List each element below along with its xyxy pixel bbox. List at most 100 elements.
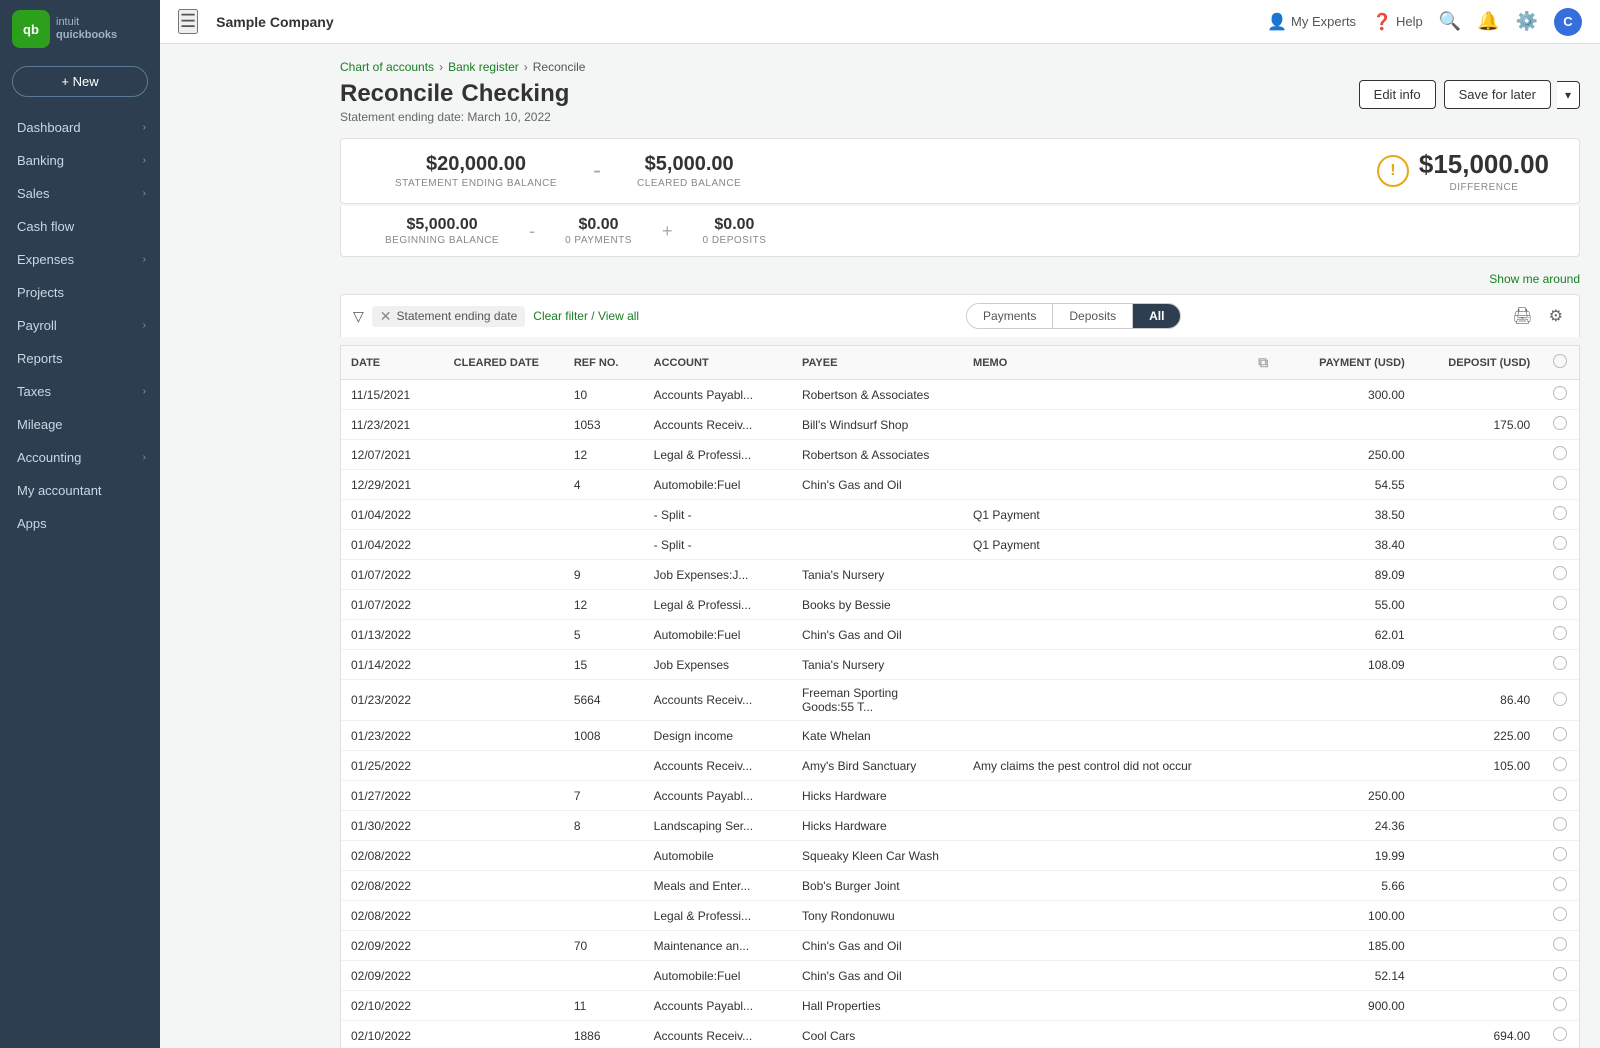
row-radio-btn[interactable]: [1553, 727, 1567, 741]
tab-deposits[interactable]: Deposits: [1053, 304, 1133, 328]
avatar[interactable]: C: [1554, 8, 1582, 36]
table-row[interactable]: 01/13/2022 5 Automobile:Fuel Chin's Gas …: [341, 620, 1579, 650]
table-row[interactable]: 01/07/2022 9 Job Expenses:J... Tania's N…: [341, 560, 1579, 590]
my-experts-button[interactable]: 👤 My Experts: [1267, 12, 1356, 32]
cell-radio[interactable]: [1540, 650, 1579, 680]
table-row[interactable]: 01/04/2022 - Split - Q1 Payment 38.40: [341, 530, 1579, 560]
sidebar-item-my-accountant[interactable]: My accountant: [0, 474, 160, 507]
row-radio-btn[interactable]: [1553, 626, 1567, 640]
print-icon[interactable]: 🖨: [1508, 304, 1536, 328]
sidebar-item-reports[interactable]: Reports: [0, 342, 160, 375]
row-radio-btn[interactable]: [1553, 817, 1567, 831]
row-radio-btn[interactable]: [1553, 476, 1567, 490]
filter-tag-close[interactable]: ✕: [380, 308, 392, 325]
row-radio-btn[interactable]: [1553, 907, 1567, 921]
save-dropdown-button[interactable]: ▾: [1557, 81, 1580, 109]
tab-payments[interactable]: Payments: [967, 304, 1053, 328]
table-row[interactable]: 12/29/2021 4 Automobile:Fuel Chin's Gas …: [341, 470, 1579, 500]
cell-radio[interactable]: [1540, 721, 1579, 751]
bell-icon[interactable]: 🔔: [1477, 11, 1499, 32]
table-row[interactable]: 01/07/2022 12 Legal & Professi... Books …: [341, 590, 1579, 620]
table-row[interactable]: 02/08/2022 Meals and Enter... Bob's Burg…: [341, 871, 1579, 901]
cell-radio[interactable]: [1540, 841, 1579, 871]
cell-radio[interactable]: [1540, 620, 1579, 650]
filter-icon[interactable]: ▽: [353, 308, 364, 325]
cell-radio[interactable]: [1540, 680, 1579, 721]
row-radio-btn[interactable]: [1553, 997, 1567, 1011]
sidebar-item-banking[interactable]: Banking ›: [0, 144, 160, 177]
sidebar-item-taxes[interactable]: Taxes ›: [0, 375, 160, 408]
table-row[interactable]: 01/23/2022 1008 Design income Kate Whela…: [341, 721, 1579, 751]
table-row[interactable]: 01/25/2022 Accounts Receiv... Amy's Bird…: [341, 751, 1579, 781]
sidebar-item-mileage[interactable]: Mileage: [0, 408, 160, 441]
settings-icon[interactable]: ⚙: [1545, 304, 1567, 328]
search-icon[interactable]: 🔍: [1439, 11, 1461, 32]
cell-radio[interactable]: [1540, 781, 1579, 811]
sidebar-item-payroll[interactable]: Payroll ›: [0, 309, 160, 342]
row-radio-btn[interactable]: [1553, 937, 1567, 951]
cell-radio[interactable]: [1540, 991, 1579, 1021]
sidebar-item-apps[interactable]: Apps: [0, 507, 160, 540]
row-radio-btn[interactable]: [1553, 656, 1567, 670]
cell-radio[interactable]: [1540, 590, 1579, 620]
breadcrumb-bank-register[interactable]: Bank register: [448, 60, 519, 74]
cell-radio[interactable]: [1540, 751, 1579, 781]
breadcrumb-chart-of-accounts[interactable]: Chart of accounts: [340, 60, 434, 74]
new-button[interactable]: + New: [12, 66, 148, 97]
table-row[interactable]: 11/23/2021 1053 Accounts Receiv... Bill'…: [341, 410, 1579, 440]
table-row[interactable]: 02/10/2022 1886 Accounts Receiv... Cool …: [341, 1021, 1579, 1048]
cell-radio[interactable]: [1540, 530, 1579, 560]
sidebar-item-dashboard[interactable]: Dashboard ›: [0, 111, 160, 144]
cell-radio[interactable]: [1540, 871, 1579, 901]
tab-all[interactable]: All: [1133, 304, 1180, 328]
sidebar-item-projects[interactable]: Projects: [0, 276, 160, 309]
cell-radio[interactable]: [1540, 901, 1579, 931]
gear-icon[interactable]: ⚙️: [1516, 11, 1538, 32]
table-row[interactable]: 01/30/2022 8 Landscaping Ser... Hicks Ha…: [341, 811, 1579, 841]
row-radio-btn[interactable]: [1553, 536, 1567, 550]
table-row[interactable]: 11/15/2021 10 Accounts Payabl... Roberts…: [341, 380, 1579, 410]
table-row[interactable]: 02/09/2022 70 Maintenance an... Chin's G…: [341, 931, 1579, 961]
table-row[interactable]: 01/27/2022 7 Accounts Payabl... Hicks Ha…: [341, 781, 1579, 811]
table-row[interactable]: 02/09/2022 Automobile:Fuel Chin's Gas an…: [341, 961, 1579, 991]
help-button[interactable]: ❓ Help: [1372, 12, 1423, 32]
cell-radio[interactable]: [1540, 500, 1579, 530]
show-around-link[interactable]: Show me around: [1489, 272, 1580, 286]
row-radio-btn[interactable]: [1553, 506, 1567, 520]
hamburger-button[interactable]: ☰: [178, 9, 198, 34]
edit-info-button[interactable]: Edit info: [1359, 80, 1436, 109]
row-radio-btn[interactable]: [1553, 1027, 1567, 1041]
save-for-later-button[interactable]: Save for later: [1444, 80, 1551, 109]
cell-radio[interactable]: [1540, 380, 1579, 410]
cell-radio[interactable]: [1540, 931, 1579, 961]
cell-radio[interactable]: [1540, 811, 1579, 841]
row-radio-btn[interactable]: [1553, 386, 1567, 400]
sidebar-item-accounting[interactable]: Accounting ›: [0, 441, 160, 474]
table-row[interactable]: 01/14/2022 15 Job Expenses Tania's Nurse…: [341, 650, 1579, 680]
select-all-radio[interactable]: [1553, 354, 1567, 368]
cell-radio[interactable]: [1540, 410, 1579, 440]
row-radio-btn[interactable]: [1553, 416, 1567, 430]
row-radio-btn[interactable]: [1553, 787, 1567, 801]
clear-filter-link[interactable]: Clear filter / View all: [533, 309, 639, 323]
sidebar-item-expenses[interactable]: Expenses ›: [0, 243, 160, 276]
table-row[interactable]: 01/23/2022 5664 Accounts Receiv... Freem…: [341, 680, 1579, 721]
sidebar-item-cashflow[interactable]: Cash flow: [0, 210, 160, 243]
table-row[interactable]: 01/04/2022 - Split - Q1 Payment 38.50: [341, 500, 1579, 530]
cell-radio[interactable]: [1540, 1021, 1579, 1048]
row-radio-btn[interactable]: [1553, 566, 1567, 580]
table-row[interactable]: 02/08/2022 Automobile Squeaky Kleen Car …: [341, 841, 1579, 871]
row-radio-btn[interactable]: [1553, 877, 1567, 891]
cell-radio[interactable]: [1540, 440, 1579, 470]
row-radio-btn[interactable]: [1553, 692, 1567, 706]
cell-radio[interactable]: [1540, 470, 1579, 500]
row-radio-btn[interactable]: [1553, 446, 1567, 460]
row-radio-btn[interactable]: [1553, 967, 1567, 981]
table-row[interactable]: 02/08/2022 Legal & Professi... Tony Rond…: [341, 901, 1579, 931]
sidebar-item-sales[interactable]: Sales ›: [0, 177, 160, 210]
row-radio-btn[interactable]: [1553, 596, 1567, 610]
table-row[interactable]: 02/10/2022 11 Accounts Payabl... Hall Pr…: [341, 991, 1579, 1021]
cell-radio[interactable]: [1540, 961, 1579, 991]
row-radio-btn[interactable]: [1553, 757, 1567, 771]
table-row[interactable]: 12/07/2021 12 Legal & Professi... Robert…: [341, 440, 1579, 470]
